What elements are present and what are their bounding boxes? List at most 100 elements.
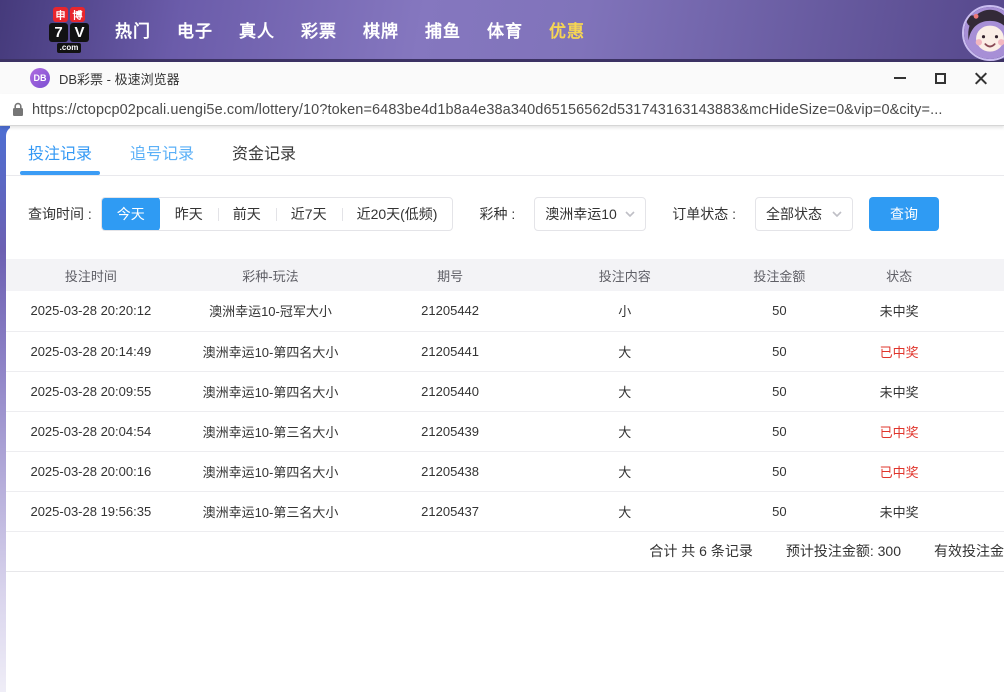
- header-bet-content: 投注内容: [534, 259, 715, 291]
- nav-item-promo[interactable]: 优惠: [549, 17, 585, 42]
- lottery-filter-label: 彩种 :: [479, 206, 516, 222]
- lottery-select[interactable]: 澳洲幸运10: [534, 197, 647, 231]
- cell-status: 未中奖: [844, 491, 1004, 532]
- tab-chase-records[interactable]: 追号记录: [130, 140, 194, 175]
- cell-lottery-play: 澳洲幸运10-第三名大小: [175, 411, 366, 452]
- table-row: 2025-03-28 19:56:35 澳洲幸运10-第三名大小 2120543…: [6, 491, 1004, 532]
- cell-issue: 21205442: [365, 291, 535, 332]
- site-logo[interactable]: 申 博 7 V .com: [48, 6, 90, 53]
- tab-bet-records[interactable]: 投注记录: [19, 140, 101, 175]
- nav-item-boardgames[interactable]: 棋牌: [363, 17, 399, 42]
- cell-status: 已中奖: [844, 331, 1004, 372]
- cell-lottery-play: 澳洲幸运10-第四名大小: [175, 331, 366, 372]
- page-content: 投注记录 追号记录 资金记录 查询时间 : 今天 昨天 前天 近7天 近20天(…: [0, 126, 1004, 692]
- cell-bet-time: 2025-03-28 19:56:35: [6, 491, 176, 532]
- order-status-select[interactable]: 全部状态: [755, 197, 854, 231]
- nav-item-fishing[interactable]: 捕鱼: [425, 17, 461, 42]
- summary-valid-amount: 有效投注金额: [934, 543, 1004, 559]
- address-text[interactable]: https://ctopcp02pcali.uengi5e.com/lotter…: [32, 102, 943, 118]
- cell-bet-amount: 50: [714, 371, 845, 412]
- nav-item-sports[interactable]: 体育: [487, 17, 523, 42]
- cell-lottery-play: 澳洲幸运10-第四名大小: [175, 371, 366, 412]
- header-lottery-play: 彩种-玩法: [175, 259, 366, 291]
- lock-icon[interactable]: [12, 102, 24, 117]
- filter-bar: 查询时间 : 今天 昨天 前天 近7天 近20天(低频) 彩种 : 澳洲幸运10…: [28, 197, 1004, 231]
- cell-bet-content: 大: [534, 491, 715, 532]
- summary-expected-amount: 预计投注金额: 300: [785, 543, 901, 559]
- cell-bet-amount: 50: [714, 491, 845, 532]
- tab-divider: [6, 175, 1004, 176]
- url-bar[interactable]: https://ctopcp02pcali.uengi5e.com/lotter…: [0, 94, 1004, 126]
- cell-bet-amount: 50: [714, 291, 845, 332]
- cell-issue: 21205437: [365, 491, 535, 532]
- maximize-icon: [934, 72, 946, 84]
- screen: 申 博 7 V .com 热门 电子 真人 彩票 棋牌 捕鱼 体育 优惠 DB …: [0, 0, 1004, 692]
- tab-fund-records[interactable]: 资金记录: [232, 140, 296, 175]
- table-summary: 合计 共 6 条记录 预计投注金额: 300 有效投注金额: [6, 532, 1004, 572]
- avatar-illustration: [964, 7, 1004, 59]
- browser-tab-favicon: DB: [30, 68, 50, 88]
- cell-lottery-play: 澳洲幸运10-冠军大小: [175, 291, 366, 332]
- cell-bet-content: 大: [534, 451, 715, 492]
- search-button[interactable]: 查询: [869, 197, 940, 231]
- table-row: 2025-03-28 20:00:16 澳洲幸运10-第四名大小 2120543…: [6, 451, 1004, 492]
- chevron-down-icon: [832, 211, 842, 217]
- cell-bet-time: 2025-03-28 20:04:54: [6, 411, 176, 452]
- nav-item-electronic[interactable]: 电子: [177, 17, 213, 42]
- record-tabs: 投注记录 追号记录 资金记录: [6, 126, 1004, 175]
- header-status: 状态: [844, 259, 1004, 291]
- cell-bet-time: 2025-03-28 20:09:55: [6, 371, 176, 412]
- table-row: 2025-03-28 20:14:49 澳洲幸运10-第四名大小 2120544…: [6, 331, 1004, 372]
- table-row: 2025-03-28 20:04:54 澳洲幸运10-第三名大小 2120543…: [6, 411, 1004, 452]
- cell-bet-time: 2025-03-28 20:14:49: [6, 331, 176, 372]
- time-filter-label: 查询时间 :: [28, 206, 92, 222]
- time-range-group: 今天 昨天 前天 近7天 近20天(低频): [100, 197, 454, 231]
- cell-issue: 21205440: [365, 371, 535, 412]
- time-option-last7days[interactable]: 近7天: [275, 198, 342, 230]
- nav-item-lottery[interactable]: 彩票: [301, 17, 337, 42]
- cell-bet-amount: 50: [714, 451, 845, 492]
- cell-lottery-play: 澳洲幸运10-第三名大小: [175, 491, 366, 532]
- user-avatar[interactable]: [962, 5, 1004, 61]
- cell-status: 已中奖: [844, 451, 1004, 492]
- nav-items: 热门 电子 真人 彩票 棋牌 捕鱼 体育 优惠: [115, 17, 585, 42]
- time-option-last20days[interactable]: 近20天(低频): [341, 198, 453, 230]
- minimize-button[interactable]: [880, 62, 920, 94]
- cell-bet-amount: 50: [714, 411, 845, 452]
- maximize-button[interactable]: [920, 62, 960, 94]
- time-option-daybefore[interactable]: 前天: [217, 198, 276, 230]
- bet-records-table: 投注时间 彩种-玩法 期号 投注内容 投注金额 状态 2025-03-28 20…: [6, 259, 1004, 532]
- cell-bet-time: 2025-03-28 20:20:12: [6, 291, 176, 332]
- cell-status: 未中奖: [844, 371, 1004, 412]
- cell-bet-content: 大: [534, 411, 715, 452]
- cell-bet-content: 大: [534, 371, 715, 412]
- cell-status: 未中奖: [844, 291, 1004, 332]
- logo-letter-v: V: [70, 22, 89, 42]
- main-panel: 投注记录 追号记录 资金记录 查询时间 : 今天 昨天 前天 近7天 近20天(…: [6, 126, 1004, 692]
- table-row: 2025-03-28 20:20:12 澳洲幸运10-冠军大小 21205442…: [6, 291, 1004, 332]
- time-option-yesterday[interactable]: 昨天: [160, 198, 218, 230]
- nav-item-hot[interactable]: 热门: [115, 17, 151, 42]
- site-nav: 申 博 7 V .com 热门 电子 真人 彩票 棋牌 捕鱼 体育 优惠: [0, 0, 1004, 62]
- cell-bet-time: 2025-03-28 20:00:16: [6, 451, 176, 492]
- cell-bet-content: 大: [534, 331, 715, 372]
- nav-item-live[interactable]: 真人: [239, 17, 275, 42]
- logo-letter-7: 7: [49, 22, 68, 42]
- table-header-row: 投注时间 彩种-玩法 期号 投注内容 投注金额 状态: [6, 259, 1004, 291]
- close-button[interactable]: [960, 62, 1000, 94]
- window-title: DB彩票 - 极速浏览器: [59, 71, 180, 87]
- window-controls: [880, 62, 1000, 94]
- order-status-filter-label: 订单状态 :: [672, 206, 737, 222]
- cell-status: 已中奖: [844, 411, 1004, 452]
- header-issue: 期号: [365, 259, 535, 291]
- logo-letters: 7 V: [49, 22, 89, 42]
- logo-badge-2: 博: [70, 6, 85, 22]
- cell-issue: 21205438: [365, 451, 535, 492]
- cell-lottery-play: 澳洲幸运10-第四名大小: [175, 451, 366, 492]
- chevron-down-icon: [625, 211, 635, 217]
- browser-title-bar: DB DB彩票 - 极速浏览器: [0, 62, 1004, 94]
- logo-domain: .com: [56, 42, 82, 53]
- time-option-today[interactable]: 今天: [101, 198, 160, 230]
- cell-bet-amount: 50: [714, 331, 845, 372]
- summary-total-records: 合计 共 6 条记录: [649, 543, 753, 559]
